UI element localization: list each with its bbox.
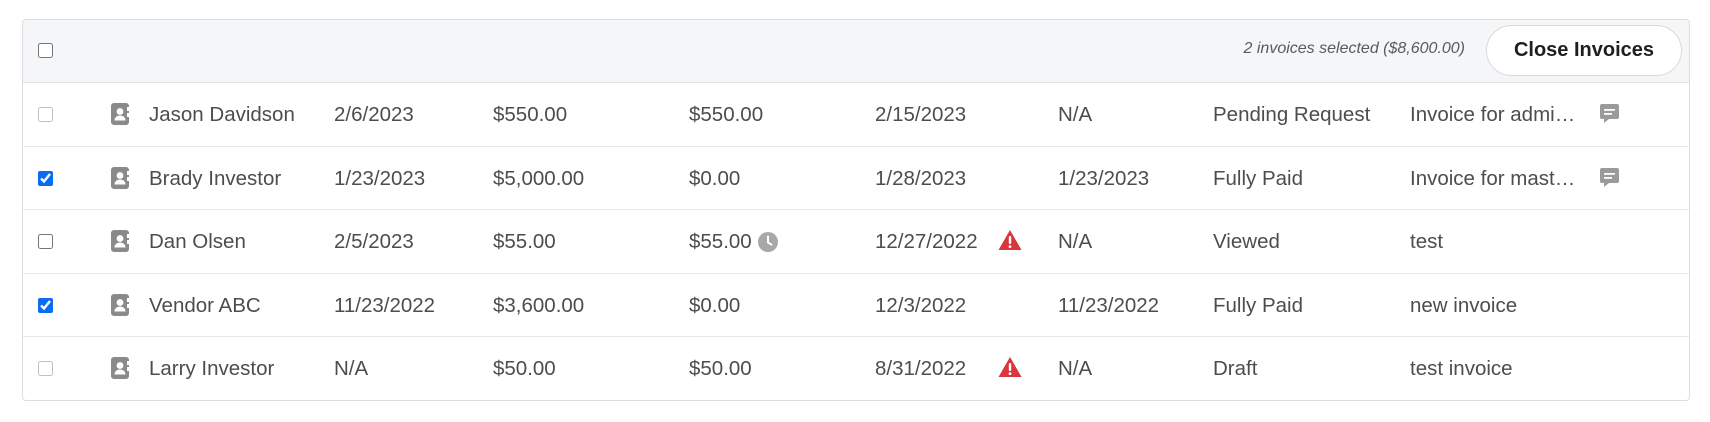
table-row[interactable]: Vendor ABC 11/23/2022 $3,600.00 $0.00 12/3/2… bbox=[23, 274, 1689, 337]
row-checkbox[interactable] bbox=[38, 361, 53, 376]
balance-cell: $50.00 bbox=[689, 337, 752, 400]
row-checkbox[interactable] bbox=[38, 107, 53, 122]
balance-cell: $550.00 bbox=[689, 83, 763, 146]
invoice-description: Invoice for mast… bbox=[1410, 166, 1576, 190]
due-date: 12/27/2022 bbox=[875, 230, 978, 253]
table-body: Jason Davidson 2/6/2023 $550.00 $550.00 2/15… bbox=[23, 83, 1689, 400]
contact-name[interactable]: Vendor ABC bbox=[149, 274, 261, 337]
row-checkbox-wrap bbox=[38, 234, 53, 249]
invoice-amount: $55.00 bbox=[493, 230, 556, 253]
table-row[interactable]: Dan Olsen 2/5/2023 $55.00 $55.00 12/27/2022 N… bbox=[23, 210, 1689, 274]
invoice-amount: $3,600.00 bbox=[493, 293, 585, 317]
row-checkbox[interactable] bbox=[38, 297, 53, 313]
invoice-amount: $50.00 bbox=[493, 357, 556, 380]
due-date: 8/31/2022 bbox=[875, 357, 967, 380]
invoice-status: Pending Request bbox=[1213, 103, 1371, 126]
invoice-date: 2/5/2023 bbox=[334, 230, 414, 253]
invoice-date: 11/23/2022 bbox=[334, 293, 436, 317]
invoice-date: 1/23/2023 bbox=[334, 166, 426, 190]
due-date: 2/15/2023 bbox=[875, 103, 967, 126]
comment-icon[interactable] bbox=[1599, 167, 1620, 189]
row-checkbox-wrap bbox=[38, 107, 53, 122]
contact-name[interactable]: Larry Investor bbox=[149, 337, 274, 400]
clock-icon bbox=[757, 231, 778, 252]
due-date: 12/3/2022 bbox=[875, 293, 967, 317]
invoice-amount: $5,000.00 bbox=[493, 166, 585, 190]
invoice-balance: $0.00 bbox=[689, 293, 741, 317]
balance-cell: $0.00 bbox=[689, 274, 740, 337]
contact-card-icon bbox=[111, 357, 129, 379]
balance-cell: $0.00 bbox=[689, 147, 740, 210]
balance-cell: $55.00 bbox=[689, 210, 778, 273]
invoice-balance: $50.00 bbox=[689, 357, 752, 380]
invoice-status: Draft bbox=[1213, 357, 1258, 380]
row-checkbox[interactable] bbox=[38, 170, 53, 186]
comment-icon[interactable] bbox=[1599, 103, 1620, 125]
contact-card-icon bbox=[111, 293, 129, 316]
invoice-description: Invoice for admi… bbox=[1410, 103, 1576, 126]
table-header: 2 invoices selected ($8,600.00) Close In… bbox=[23, 20, 1689, 83]
invoice-description: test bbox=[1410, 230, 1444, 253]
contact-card-icon bbox=[111, 166, 129, 189]
invoice-description: test invoice bbox=[1410, 357, 1513, 380]
close-invoices-button[interactable]: Close Invoices bbox=[1486, 25, 1682, 76]
select-all-checkbox[interactable] bbox=[38, 43, 53, 58]
invoice-amount: $550.00 bbox=[493, 103, 568, 126]
table-row[interactable]: Jason Davidson 2/6/2023 $550.00 $550.00 2/15… bbox=[23, 83, 1689, 147]
invoices-table: 2 invoices selected ($8,600.00) Close In… bbox=[22, 19, 1690, 401]
contact-card-icon bbox=[111, 103, 129, 125]
table-row[interactable]: Larry Investor N/A $50.00 $50.00 8/31/2022 N/… bbox=[23, 337, 1689, 400]
table-row[interactable]: Brady Investor 1/23/2023 $5,000.00 $0.00 1/2… bbox=[23, 147, 1689, 210]
paid-date: N/A bbox=[1058, 357, 1093, 380]
warning-icon bbox=[998, 356, 1022, 380]
contact-name[interactable]: Brady Investor bbox=[149, 147, 281, 210]
warning-icon bbox=[998, 229, 1022, 253]
paid-date: 11/23/2022 bbox=[1058, 293, 1160, 317]
invoice-balance: $550.00 bbox=[689, 103, 764, 126]
row-checkbox-wrap bbox=[38, 170, 53, 186]
invoice-status: Fully Paid bbox=[1213, 293, 1304, 317]
invoice-date: N/A bbox=[334, 357, 369, 380]
paid-date: N/A bbox=[1058, 230, 1093, 253]
due-date: 1/28/2023 bbox=[875, 166, 967, 190]
contact-card-icon bbox=[111, 230, 129, 252]
invoice-description: new invoice bbox=[1410, 293, 1518, 317]
invoice-date: 2/6/2023 bbox=[334, 103, 414, 126]
selection-summary: 2 invoices selected ($8,600.00) bbox=[1243, 40, 1465, 57]
invoice-status: Fully Paid bbox=[1213, 166, 1304, 190]
contact-name[interactable]: Jason Davidson bbox=[149, 83, 295, 146]
contact-name[interactable]: Dan Olsen bbox=[149, 210, 246, 273]
select-all-checkbox-wrap bbox=[38, 43, 53, 63]
row-checkbox-wrap bbox=[38, 297, 53, 313]
row-checkbox[interactable] bbox=[38, 234, 53, 249]
paid-date: N/A bbox=[1058, 103, 1093, 126]
invoice-balance: $0.00 bbox=[689, 166, 741, 190]
invoice-balance: $55.00 bbox=[689, 230, 752, 253]
invoice-status: Viewed bbox=[1213, 230, 1280, 253]
row-checkbox-wrap bbox=[38, 361, 53, 376]
paid-date: 1/23/2023 bbox=[1058, 166, 1150, 190]
